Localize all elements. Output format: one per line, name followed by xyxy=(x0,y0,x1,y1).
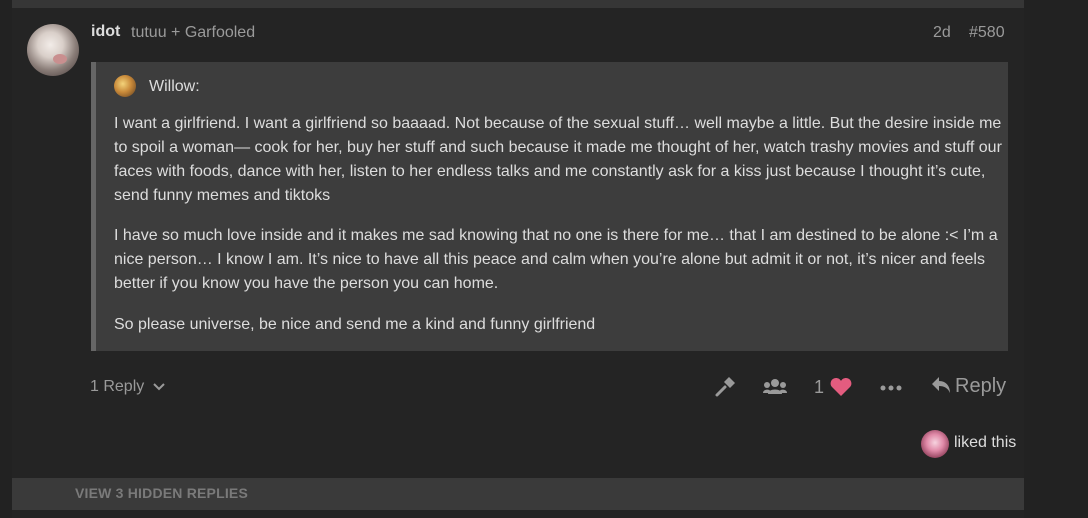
previous-post-edge xyxy=(12,0,1024,8)
avatar[interactable] xyxy=(27,24,79,76)
quote-paragraph: I have so much love inside and it makes … xyxy=(114,227,998,292)
reply-button[interactable]: Reply xyxy=(931,375,1006,398)
reply-label: Reply xyxy=(955,375,1007,397)
heart-icon[interactable] xyxy=(830,377,852,397)
liked-this-text: liked this xyxy=(954,434,1017,451)
post-full-name: tutuu + Garfooled xyxy=(131,24,256,41)
page: idot tutuu + Garfooled 2d #580 Willow: I… xyxy=(0,0,1088,518)
quote-author[interactable]: Willow: xyxy=(149,78,200,96)
replies-toggle-button[interactable]: 1 Reply xyxy=(90,378,165,396)
quote-block: Willow: I want a girlfriend. I want a gi… xyxy=(91,62,1008,351)
quote-paragraph: So please universe, be nice and send me … xyxy=(114,316,596,333)
post-date[interactable]: 2d xyxy=(933,24,951,42)
wrench-icon[interactable] xyxy=(714,376,736,398)
replies-count-label: 1 Reply xyxy=(90,378,145,396)
chevron-down-icon xyxy=(152,378,165,396)
group-icon[interactable] xyxy=(763,377,787,397)
more-icon[interactable] xyxy=(880,381,902,393)
liker-avatar[interactable] xyxy=(921,430,949,458)
post-username[interactable]: idot xyxy=(91,23,120,41)
quote-paragraph: I want a girlfriend. I want a girlfriend… xyxy=(114,115,1002,204)
reply-arrow-icon xyxy=(932,376,950,393)
view-hidden-replies-button[interactable]: VIEW 3 HIDDEN REPLIES xyxy=(75,485,248,501)
post-number[interactable]: #580 xyxy=(969,24,1005,42)
quote-author-avatar xyxy=(114,75,136,97)
avatar-detail xyxy=(53,54,67,64)
like-count[interactable]: 1 xyxy=(814,377,824,398)
